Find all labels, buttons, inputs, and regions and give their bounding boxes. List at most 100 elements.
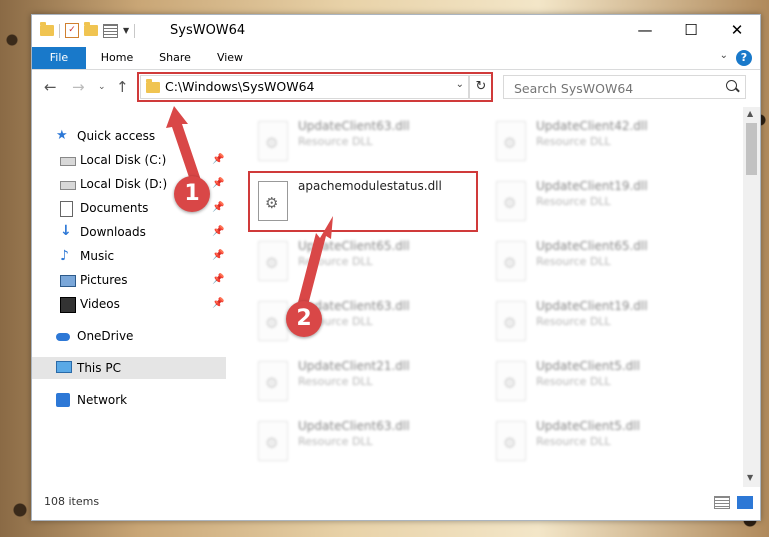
pin-icon[interactable]: 📌 bbox=[212, 202, 224, 213]
tab-view[interactable]: View bbox=[208, 47, 252, 69]
sidebar-item-videos[interactable]: Videos 📌 bbox=[32, 293, 226, 315]
search-input[interactable] bbox=[512, 78, 716, 98]
file-item[interactable]: UpdateClient63.dll Resource DLL bbox=[250, 295, 460, 347]
sidebar-item-label: This PC bbox=[77, 361, 121, 375]
scroll-up-icon[interactable]: ▲ bbox=[747, 109, 753, 118]
toolbar-separator bbox=[59, 23, 60, 38]
help-button[interactable]: ? bbox=[736, 50, 752, 66]
dll-file-icon bbox=[496, 301, 526, 341]
pin-icon[interactable]: 📌 bbox=[212, 226, 224, 237]
dll-file-icon bbox=[258, 421, 288, 461]
file-item[interactable]: UpdateClient21.dll Resource DLL bbox=[250, 355, 460, 407]
dll-file-icon bbox=[496, 181, 526, 221]
pin-icon[interactable]: 📌 bbox=[212, 154, 224, 165]
dll-file-icon bbox=[496, 421, 526, 461]
file-type: Resource DLL bbox=[298, 255, 373, 268]
details-view-icon[interactable] bbox=[714, 496, 730, 509]
search-icon[interactable] bbox=[726, 80, 737, 91]
forward-arrow-icon[interactable]: → bbox=[72, 78, 85, 96]
sidebar-item-pictures[interactable]: Pictures 📌 bbox=[32, 269, 226, 291]
file-name: UpdateClient42.dll bbox=[536, 119, 648, 133]
qat-dropdown-icon[interactable]: ▼ bbox=[123, 26, 129, 35]
file-item[interactable]: UpdateClient19.dll Resource DLL bbox=[488, 295, 698, 347]
properties-icon[interactable] bbox=[103, 23, 118, 38]
close-button[interactable]: ✕ bbox=[714, 15, 760, 47]
dll-file-icon bbox=[496, 121, 526, 161]
pin-icon[interactable]: 📌 bbox=[212, 178, 224, 189]
drive-icon bbox=[60, 181, 76, 190]
sidebar-item-onedrive[interactable]: OneDrive bbox=[32, 325, 226, 347]
sidebar-item-local-disk-c[interactable]: Local Disk (C:) 📌 bbox=[32, 149, 226, 171]
dll-file-icon bbox=[258, 301, 288, 341]
pictures-icon bbox=[60, 275, 76, 287]
pin-icon[interactable]: 📌 bbox=[212, 298, 224, 309]
pin-icon[interactable]: 📌 bbox=[212, 250, 224, 261]
dll-file-icon bbox=[496, 361, 526, 401]
up-arrow-icon[interactable]: ↑ bbox=[116, 78, 129, 96]
download-arrow-icon: ↓ bbox=[60, 223, 72, 239]
file-name: UpdateClient65.dll bbox=[536, 239, 648, 253]
sidebar-item-label: Documents bbox=[80, 201, 149, 215]
file-list: UpdateClient63.dll Resource DLL UpdateCl… bbox=[228, 107, 743, 487]
minimize-button[interactable]: — bbox=[622, 15, 668, 47]
file-item[interactable]: UpdateClient65.dll Resource DLL bbox=[250, 235, 460, 287]
file-name: UpdateClient63.dll bbox=[298, 119, 410, 133]
sidebar-item-label: Local Disk (D:) bbox=[80, 177, 168, 191]
cloud-icon bbox=[56, 333, 70, 341]
tab-share[interactable]: Share bbox=[152, 47, 198, 69]
expand-ribbon-icon[interactable]: ⌄ bbox=[720, 50, 728, 61]
large-icons-view-icon[interactable] bbox=[737, 496, 753, 509]
file-item[interactable]: UpdateClient5.dll Resource DLL bbox=[488, 415, 698, 467]
music-note-icon: ♪ bbox=[60, 248, 69, 264]
scroll-down-icon[interactable]: ▼ bbox=[747, 473, 753, 482]
sidebar-item-this-pc[interactable]: This PC bbox=[32, 357, 226, 379]
file-item[interactable]: UpdateClient19.dll Resource DLL bbox=[488, 175, 698, 227]
file-item[interactable]: UpdateClient5.dll Resource DLL bbox=[488, 355, 698, 407]
vertical-scrollbar[interactable]: ▲ ▼ bbox=[743, 107, 760, 487]
file-type: Resource DLL bbox=[536, 435, 611, 448]
callout-step-1: 1 bbox=[174, 176, 210, 212]
sidebar-item-network[interactable]: Network bbox=[32, 389, 226, 411]
file-name: UpdateClient63.dll bbox=[298, 419, 410, 433]
callout-step-2: 2 bbox=[286, 301, 322, 337]
file-item[interactable]: UpdateClient63.dll Resource DLL bbox=[250, 115, 460, 167]
sidebar-item-label: Downloads bbox=[80, 225, 146, 239]
file-type: Resource DLL bbox=[536, 375, 611, 388]
dll-file-icon bbox=[496, 241, 526, 281]
sidebar-item-quick-access[interactable]: ★ Quick access bbox=[32, 125, 226, 147]
toolbar-separator bbox=[134, 23, 136, 38]
title-bar: ✓ ▼ SysWOW64 — ☐ ✕ bbox=[32, 15, 760, 47]
file-type: Resource DLL bbox=[536, 195, 611, 208]
sidebar-item-label: OneDrive bbox=[77, 329, 134, 343]
file-name: UpdateClient19.dll bbox=[536, 299, 648, 313]
drive-icon bbox=[60, 157, 76, 166]
file-item[interactable]: UpdateClient65.dll Resource DLL bbox=[488, 235, 698, 287]
file-item[interactable]: UpdateClient42.dll Resource DLL bbox=[488, 115, 698, 167]
back-arrow-icon[interactable]: ← bbox=[44, 78, 57, 96]
folder-icon bbox=[40, 22, 54, 36]
tab-file[interactable]: File bbox=[32, 47, 86, 69]
address-bar-highlight bbox=[137, 72, 493, 102]
file-type: Resource DLL bbox=[536, 315, 611, 328]
pin-icon[interactable]: 📌 bbox=[212, 274, 224, 285]
properties-check-icon[interactable]: ✓ bbox=[65, 23, 79, 38]
file-name: UpdateClient65.dll bbox=[298, 239, 410, 253]
scrollbar-thumb[interactable] bbox=[746, 123, 757, 175]
window-title: SysWOW64 bbox=[170, 23, 246, 38]
file-item[interactable]: UpdateClient63.dll Resource DLL bbox=[250, 415, 460, 467]
file-name: UpdateClient19.dll bbox=[536, 179, 648, 193]
documents-icon bbox=[60, 201, 73, 217]
tab-home[interactable]: Home bbox=[94, 47, 140, 69]
star-icon: ★ bbox=[56, 128, 68, 143]
maximize-button[interactable]: ☐ bbox=[668, 15, 714, 47]
new-folder-icon[interactable] bbox=[84, 22, 98, 36]
sidebar-item-label: Network bbox=[77, 393, 128, 407]
search-box[interactable] bbox=[503, 75, 746, 99]
sidebar-item-label: Quick access bbox=[77, 129, 156, 143]
dll-file-icon bbox=[258, 121, 288, 161]
recent-locations-icon[interactable]: ⌄ bbox=[98, 82, 106, 92]
file-type: Resource DLL bbox=[298, 435, 373, 448]
file-name: UpdateClient21.dll bbox=[298, 359, 410, 373]
sidebar-item-downloads[interactable]: ↓ Downloads 📌 bbox=[32, 221, 226, 243]
sidebar-item-music[interactable]: ♪ Music 📌 bbox=[32, 245, 226, 267]
